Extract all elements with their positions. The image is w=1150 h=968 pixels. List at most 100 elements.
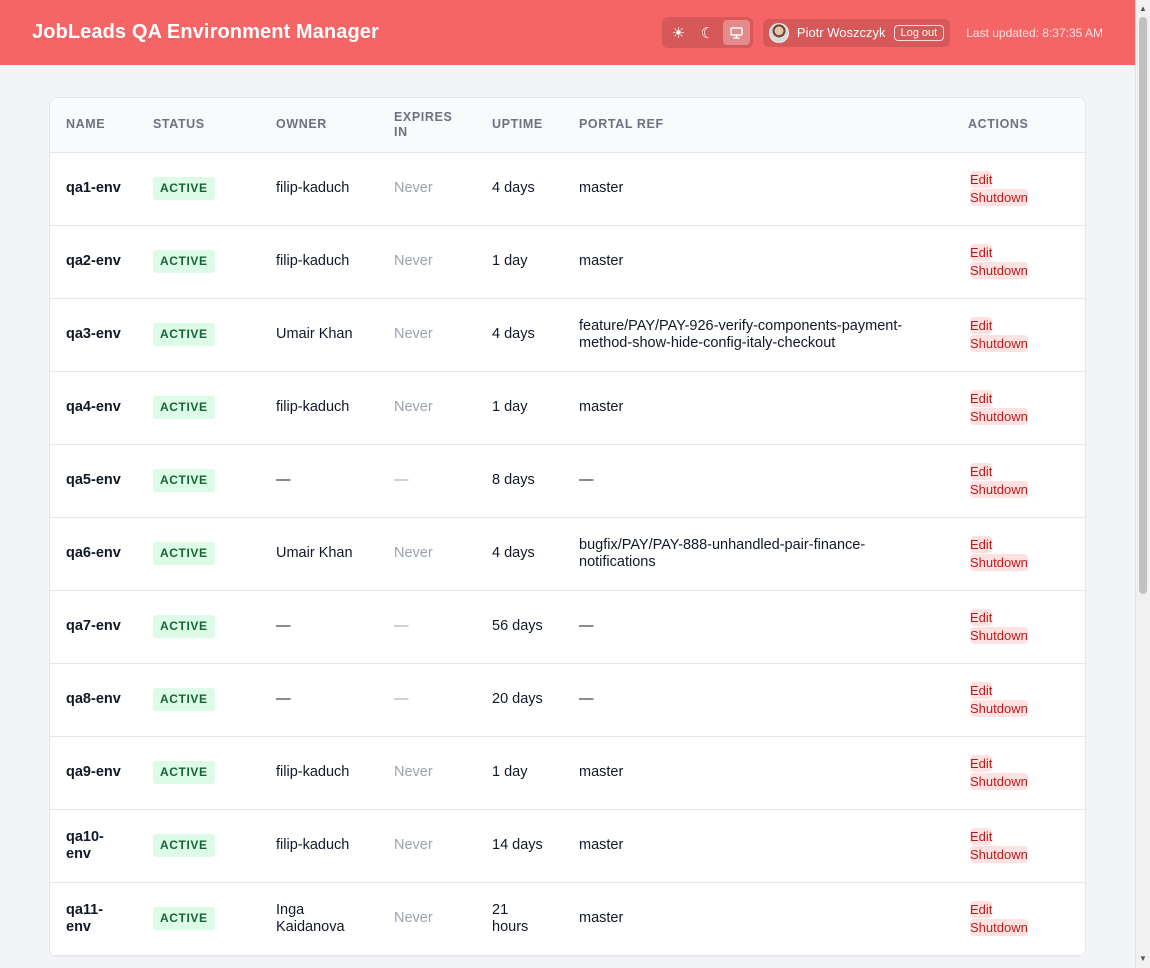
status-badge: ACTIVE bbox=[153, 323, 215, 346]
table-row: qa2-env ACTIVE filip-kaduch Never 1 day maste… bbox=[50, 225, 1085, 299]
owner-cell: — bbox=[260, 590, 378, 664]
expires-cell: Never bbox=[378, 152, 476, 226]
column-header-uptime[interactable]: UPTIME bbox=[476, 98, 563, 153]
edit-button[interactable]: Edit bbox=[970, 244, 993, 261]
expires-cell: Never bbox=[378, 517, 476, 591]
monitor-icon[interactable] bbox=[722, 20, 750, 45]
environments-table: NAME STATUS OWNER EXPIRES IN UPTIME PORT… bbox=[50, 98, 1085, 956]
status-cell: ACTIVE bbox=[137, 371, 260, 445]
edit-button[interactable]: Edit bbox=[970, 317, 993, 334]
portal-ref-cell: — bbox=[563, 663, 952, 737]
column-header-actions: ACTIONS bbox=[952, 98, 1085, 153]
sun-icon[interactable]: ☀ bbox=[665, 20, 692, 45]
owner-cell: filip-kaduch bbox=[260, 736, 378, 810]
uptime-cell: 20 days bbox=[476, 663, 563, 737]
table-row: qa3-env ACTIVE Umair Khan Never 4 days featur… bbox=[50, 298, 1085, 372]
moon-icon[interactable]: ☾ bbox=[694, 20, 721, 45]
last-updated-text: Last updated: 8:37:35 AM bbox=[966, 25, 1103, 40]
status-cell: ACTIVE bbox=[137, 298, 260, 372]
column-header-owner[interactable]: OWNER bbox=[260, 98, 378, 153]
actions-cell: Edit Shutdown bbox=[952, 225, 1085, 299]
user-name: Piotr Woszczyk bbox=[796, 25, 886, 40]
portal-ref-cell: master bbox=[563, 371, 952, 445]
uptime-cell: 4 days bbox=[476, 298, 563, 372]
owner-cell: Umair Khan bbox=[260, 298, 378, 372]
table-row: qa4-env ACTIVE filip-kaduch Never 1 day maste… bbox=[50, 371, 1085, 445]
uptime-cell: 8 days bbox=[476, 444, 563, 518]
column-header-expires[interactable]: EXPIRES IN bbox=[378, 98, 476, 153]
edit-button[interactable]: Edit bbox=[970, 682, 993, 699]
table-row: qa6-env ACTIVE Umair Khan Never 4 days bugfix… bbox=[50, 517, 1085, 591]
environments-card: NAME STATUS OWNER EXPIRES IN UPTIME PORT… bbox=[49, 97, 1086, 957]
env-name: qa3-env bbox=[50, 298, 137, 372]
shutdown-button[interactable]: Shutdown bbox=[970, 627, 1028, 644]
expires-cell: Never bbox=[378, 298, 476, 372]
shutdown-button[interactable]: Shutdown bbox=[970, 846, 1028, 863]
portal-ref-cell: master bbox=[563, 225, 952, 299]
expires-cell: Never bbox=[378, 225, 476, 299]
portal-ref-cell: master bbox=[563, 152, 952, 226]
env-name: qa6-env bbox=[50, 517, 137, 591]
expires-cell: Never bbox=[378, 882, 476, 956]
status-badge: ACTIVE bbox=[153, 615, 215, 638]
app-header: JobLeads QA Environment Manager ☀ ☾ Piot… bbox=[0, 0, 1135, 65]
owner-cell: filip-kaduch bbox=[260, 371, 378, 445]
edit-button[interactable]: Edit bbox=[970, 536, 993, 553]
portal-ref-cell: bugfix/PAY/PAY-888-unhandled-pair-financ… bbox=[563, 517, 952, 591]
owner-cell: — bbox=[260, 444, 378, 518]
shutdown-button[interactable]: Shutdown bbox=[970, 189, 1028, 206]
actions-cell: Edit Shutdown bbox=[952, 882, 1085, 956]
portal-ref-cell: feature/PAY/PAY-926-verify-components-pa… bbox=[563, 298, 952, 372]
status-cell: ACTIVE bbox=[137, 225, 260, 299]
expires-cell: — bbox=[378, 663, 476, 737]
shutdown-button[interactable]: Shutdown bbox=[970, 262, 1028, 279]
status-badge: ACTIVE bbox=[153, 177, 215, 200]
env-name: qa7-env bbox=[50, 590, 137, 664]
shutdown-button[interactable]: Shutdown bbox=[970, 919, 1028, 936]
edit-button[interactable]: Edit bbox=[970, 828, 993, 845]
user-menu: Piotr Woszczyk Log out bbox=[762, 18, 951, 47]
actions-cell: Edit Shutdown bbox=[952, 517, 1085, 591]
status-badge: ACTIVE bbox=[153, 834, 215, 857]
actions-cell: Edit Shutdown bbox=[952, 371, 1085, 445]
actions-cell: Edit Shutdown bbox=[952, 590, 1085, 664]
edit-button[interactable]: Edit bbox=[970, 609, 993, 626]
edit-button[interactable]: Edit bbox=[970, 755, 993, 772]
column-header-status[interactable]: STATUS bbox=[137, 98, 260, 153]
status-cell: ACTIVE bbox=[137, 590, 260, 664]
app-title: JobLeads QA Environment Manager bbox=[32, 21, 379, 43]
edit-button[interactable]: Edit bbox=[970, 901, 993, 918]
table-header-row: NAME STATUS OWNER EXPIRES IN UPTIME PORT… bbox=[50, 98, 1085, 153]
owner-cell: Umair Khan bbox=[260, 517, 378, 591]
env-name: qa11-env bbox=[50, 882, 137, 956]
edit-button[interactable]: Edit bbox=[970, 171, 993, 188]
edit-button[interactable]: Edit bbox=[970, 390, 993, 407]
expires-cell: Never bbox=[378, 371, 476, 445]
uptime-cell: 1 day bbox=[476, 736, 563, 810]
shutdown-button[interactable]: Shutdown bbox=[970, 408, 1028, 425]
shutdown-button[interactable]: Shutdown bbox=[970, 481, 1028, 498]
actions-cell: Edit Shutdown bbox=[952, 298, 1085, 372]
column-header-name[interactable]: NAME bbox=[50, 98, 137, 153]
shutdown-button[interactable]: Shutdown bbox=[970, 554, 1028, 571]
shutdown-button[interactable]: Shutdown bbox=[970, 773, 1028, 790]
shutdown-button[interactable]: Shutdown bbox=[970, 335, 1028, 352]
table-row: qa8-env ACTIVE — —20 days — Edit Shutdown bbox=[50, 663, 1085, 737]
status-badge: ACTIVE bbox=[153, 688, 215, 711]
edit-button[interactable]: Edit bbox=[970, 463, 993, 480]
env-name: qa8-env bbox=[50, 663, 137, 737]
status-cell: ACTIVE bbox=[137, 152, 260, 226]
table-row: qa1-env ACTIVE filip-kaduch Never 4 days mast… bbox=[50, 152, 1085, 226]
logout-button[interactable]: Log out bbox=[893, 24, 945, 41]
owner-cell: filip-kaduch bbox=[260, 809, 378, 883]
status-badge: ACTIVE bbox=[153, 469, 215, 492]
owner-cell: — bbox=[260, 663, 378, 737]
avatar bbox=[768, 22, 789, 43]
expires-cell: Never bbox=[378, 736, 476, 810]
shutdown-button[interactable]: Shutdown bbox=[970, 700, 1028, 717]
table-row: qa9-env ACTIVE filip-kaduch Never 1 day maste… bbox=[50, 736, 1085, 810]
portal-ref-cell: — bbox=[563, 590, 952, 664]
column-header-portal-ref[interactable]: PORTAL REF bbox=[563, 98, 952, 153]
status-badge: ACTIVE bbox=[153, 542, 215, 565]
portal-ref-cell: master bbox=[563, 736, 952, 810]
